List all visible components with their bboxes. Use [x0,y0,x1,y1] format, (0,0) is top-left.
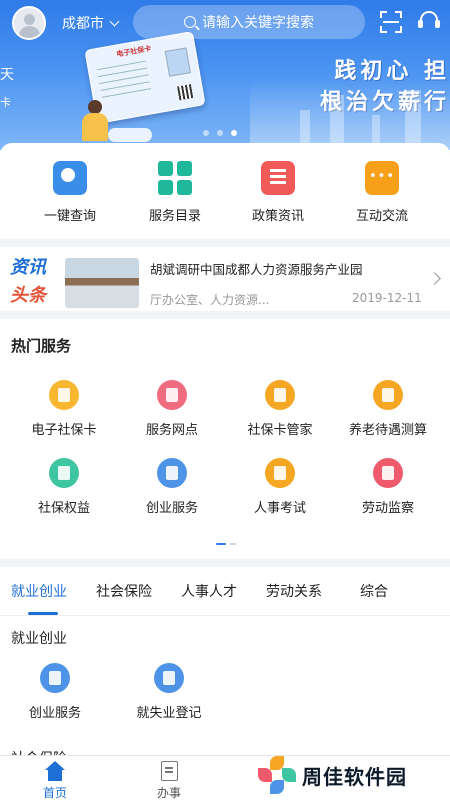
service-startup[interactable]: 创业服务 [117,458,227,516]
tab-labor-relations[interactable]: 劳动关系 [266,581,322,601]
service-exam[interactable]: 人事考试 [225,458,335,516]
service-label: 创业服务 [28,706,81,721]
tab-social-insurance[interactable]: 社会保险 [96,581,152,601]
service-label: 电子社保卡 [31,423,97,438]
service-labor-inspection[interactable]: 劳动监察 [333,458,443,516]
banner-slogan: 践初心 担 [334,58,450,84]
pagination-dot[interactable] [203,130,209,136]
quick-action-policy[interactable]: 政策资讯 [233,161,323,224]
grid-icon [158,161,192,195]
service-label: 社保卡管家 [247,423,313,438]
news-thumbnail [65,258,139,308]
city-label: 成都市 [62,16,104,32]
location-icon [157,380,187,410]
service-label: 社保权益 [37,501,90,516]
service-label: 就失业登记 [136,706,202,721]
inspector-icon [373,458,403,488]
city-selector[interactable]: 成都市 [62,13,120,33]
chevron-right-icon[interactable] [428,272,441,285]
service-label: 服务网点 [145,423,198,438]
chat-bubble-icon [365,161,399,195]
exam-paper-icon [265,458,295,488]
news-title[interactable]: 胡斌调研中国成都人力资源服务产业园 [150,259,363,278]
book-icon [261,161,295,195]
app-screen: 天 卡 电子社保卡 践初心 担 根治欠薪行 成都市 请输入关键字搜索 一键查询 … [0,0,450,800]
news-source: 厅办公室、人力资源... [150,293,270,307]
service-rights[interactable]: 社保权益 [9,458,119,516]
hot-services: 热门服务 电子社保卡 服务网点 社保卡管家 养老待遇测算 社保权益 创业服务 人… [0,319,450,559]
quick-action-interact[interactable]: 互动交流 [337,161,427,224]
service-e-card[interactable]: 电子社保卡 [9,380,119,438]
tab-employment[interactable]: 就业创业 [11,581,67,601]
headset-icon[interactable] [418,10,440,32]
quick-action-catalog[interactable]: 服务目录 [130,161,220,224]
pinwheel-logo-icon [258,756,296,794]
card-photo [164,47,191,77]
category-panel: 就业创业 社会保险 人事人才 劳动关系 综合 就业创业 创业服务 就失业登记 社… [0,567,450,767]
services-pagination[interactable] [216,543,236,545]
nav-home[interactable]: 首页 [25,761,85,800]
banner-pagination[interactable] [203,130,237,136]
service-label: 人事考试 [253,501,306,516]
service-label: 创业服务 [145,501,198,516]
news-headline[interactable]: 资讯 头条 胡斌调研中国成都人力资源服务产业园 厅办公室、人力资源... 201… [0,247,450,311]
employment-startup-service[interactable]: 创业服务 [0,663,110,721]
news-tag-line: 头条 [10,285,46,306]
service-card-manager[interactable]: 社保卡管家 [225,380,335,438]
quick-action-label: 一键查询 [43,209,96,224]
scan-icon[interactable] [380,11,402,33]
news-tag-line: 资讯 [10,257,46,278]
quick-action-query[interactable]: 一键查询 [25,161,115,224]
tab-general[interactable]: 综合 [360,581,388,601]
section-title: 热门服务 [11,337,72,355]
avatar[interactable] [12,6,46,40]
card-lines [96,60,152,99]
money-bag-icon [157,458,187,488]
quick-action-label: 互动交流 [355,209,408,224]
nav-label: 首页 [42,786,67,800]
news-tag-logo: 资讯 头条 [10,253,60,307]
watermark-logo: 周佳软件园 [258,750,450,800]
search-input[interactable]: 请输入关键字搜索 [133,5,365,39]
pagination-dot[interactable] [230,543,236,545]
banner-slogan: 根治欠薪行 [319,89,450,115]
card-title: 电子社保卡 [115,44,152,59]
quick-action-label: 服务目录 [148,209,201,224]
pagination-dot[interactable] [217,130,223,136]
home-icon [44,761,66,781]
banner-edge-text: 天 [0,67,14,83]
qr-code-icon [177,84,194,101]
quick-actions: 一键查询 服务目录 政策资讯 互动交流 [0,143,450,239]
quick-action-label: 政策资讯 [251,209,304,224]
person-illustration [78,100,112,141]
phone-illustration [108,128,152,142]
service-outlets[interactable]: 服务网点 [117,380,227,438]
top-bar: 成都市 请输入关键字搜索 [0,0,450,44]
pagination-dot-active[interactable] [231,130,237,136]
service-pension-calc[interactable]: 养老待遇测算 [333,380,443,438]
id-card-icon [49,380,79,410]
money-bag-icon [40,663,70,693]
divider [0,615,450,616]
search-icon [53,161,87,195]
calculator-icon [373,380,403,410]
briefcase-icon [154,663,184,693]
pagination-dot-active[interactable] [216,543,226,545]
nav-label: 办事 [156,786,181,800]
search-placeholder: 请输入关键字搜索 [202,15,314,31]
document-icon [160,761,178,781]
card-manager-icon [265,380,295,410]
nav-services[interactable]: 办事 [139,761,199,800]
search-icon [184,16,196,28]
section-title: 就业创业 [11,631,67,647]
banner-edge-text: 卡 [0,96,11,109]
chevron-down-icon [109,16,120,26]
shield-icon [49,458,79,488]
tab-talent[interactable]: 人事人才 [181,581,237,601]
service-label: 养老待遇测算 [348,423,427,438]
service-label: 劳动监察 [361,501,414,516]
watermark-text: 周佳软件园 [302,764,407,789]
news-date: 2019-12-11 [352,291,422,305]
employment-registration[interactable]: 就失业登记 [114,663,224,721]
